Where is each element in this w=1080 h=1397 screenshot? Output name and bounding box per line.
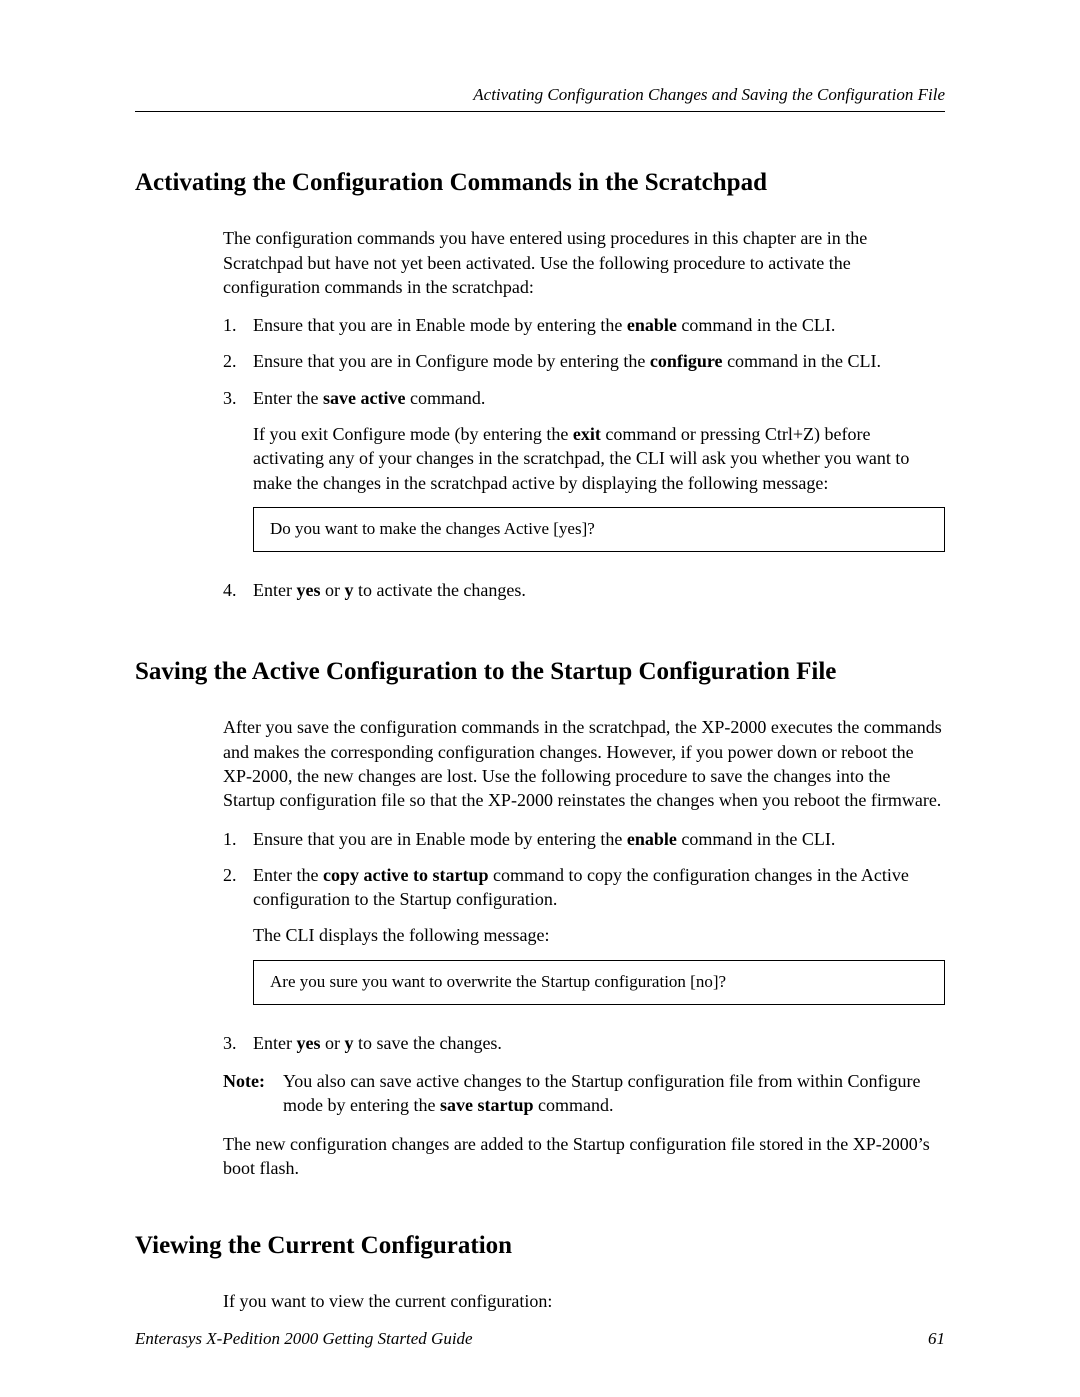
- step-text: Ensure that you are in Configure mode by…: [253, 351, 650, 371]
- step-text: or: [320, 1033, 344, 1053]
- step-number: 3.: [223, 1031, 253, 1055]
- step-text: Enter the: [253, 865, 323, 885]
- running-header: Activating Configuration Changes and Sav…: [135, 85, 945, 112]
- cmd-save-active: save active: [323, 388, 405, 408]
- section1-intro: The configuration commands you have ente…: [223, 226, 945, 299]
- cmd-yes: yes: [296, 1033, 320, 1053]
- cmd-copy-active-to-startup: copy active to startup: [323, 865, 488, 885]
- step-text: If you exit Configure mode (by entering …: [253, 424, 573, 444]
- page: Activating Configuration Changes and Sav…: [0, 0, 1080, 1397]
- heading-saving-startup: Saving the Active Configuration to the S…: [135, 656, 945, 687]
- cli-message-box: Do you want to make the changes Active […: [253, 507, 945, 552]
- step-number: 1.: [223, 827, 253, 851]
- step-text: Enter: [253, 580, 296, 600]
- step-text: command.: [405, 388, 485, 408]
- cmd-enable: enable: [627, 829, 677, 849]
- section3-intro: If you want to view the current configur…: [223, 1289, 945, 1313]
- footer-book-title: Enterasys X-Pedition 2000 Getting Starte…: [135, 1329, 473, 1349]
- footer-page-number: 61: [928, 1329, 945, 1349]
- step-number: 2.: [223, 349, 253, 373]
- section2-step3: 3. Enter yes or y to save the changes.: [223, 1031, 945, 1055]
- step-text: Ensure that you are in Enable mode by en…: [253, 829, 627, 849]
- step-text: Enter the: [253, 388, 323, 408]
- step-text: command in the CLI.: [723, 351, 881, 371]
- section2-step1: 1. Ensure that you are in Enable mode by…: [223, 827, 945, 851]
- section2-intro: After you save the configuration command…: [223, 715, 945, 812]
- step-number: 4.: [223, 578, 253, 602]
- cmd-exit: exit: [573, 424, 601, 444]
- step-text: command in the CLI.: [677, 829, 835, 849]
- step-text: Ensure that you are in Enable mode by en…: [253, 315, 627, 335]
- cmd-yes: yes: [296, 580, 320, 600]
- section1-step2: 2. Ensure that you are in Configure mode…: [223, 349, 945, 373]
- step-text: command in the CLI.: [677, 315, 835, 335]
- heading-activating-scratchpad: Activating the Configuration Commands in…: [135, 167, 945, 198]
- note-label: Note:: [223, 1069, 283, 1118]
- cmd-save-startup: save startup: [440, 1095, 534, 1115]
- section3-body: If you want to view the current configur…: [223, 1289, 945, 1313]
- section2-step2: 2. Enter the copy active to startup comm…: [223, 863, 945, 1019]
- page-footer: Enterasys X-Pedition 2000 Getting Starte…: [135, 1329, 945, 1349]
- step-text: to activate the changes.: [353, 580, 525, 600]
- section1-step3: 3. Enter the save active command. If you…: [223, 386, 945, 566]
- section1-steps: 1. Ensure that you are in Enable mode by…: [223, 313, 945, 602]
- section1-body: The configuration commands you have ente…: [223, 226, 945, 602]
- cmd-configure: configure: [650, 351, 723, 371]
- note: Note: You also can save active changes t…: [223, 1069, 945, 1118]
- section2-outro: The new configuration changes are added …: [223, 1132, 945, 1181]
- section2-steps: 1. Ensure that you are in Enable mode by…: [223, 827, 945, 1055]
- step-number: 2.: [223, 863, 253, 1019]
- step-number: 1.: [223, 313, 253, 337]
- section2-body: After you save the configuration command…: [223, 715, 945, 1180]
- section1-step4: 4. Enter yes or y to activate the change…: [223, 578, 945, 602]
- section1-step1: 1. Ensure that you are in Enable mode by…: [223, 313, 945, 337]
- step-text: or: [320, 580, 344, 600]
- step-text: to save the changes.: [353, 1033, 501, 1053]
- step-text: The CLI displays the following message:: [253, 923, 945, 947]
- cmd-enable: enable: [627, 315, 677, 335]
- heading-viewing-config: Viewing the Current Configuration: [135, 1230, 945, 1261]
- step-number: 3.: [223, 386, 253, 566]
- cli-message-box: Are you sure you want to overwrite the S…: [253, 960, 945, 1005]
- note-text: command.: [533, 1095, 613, 1115]
- step-text: Enter: [253, 1033, 296, 1053]
